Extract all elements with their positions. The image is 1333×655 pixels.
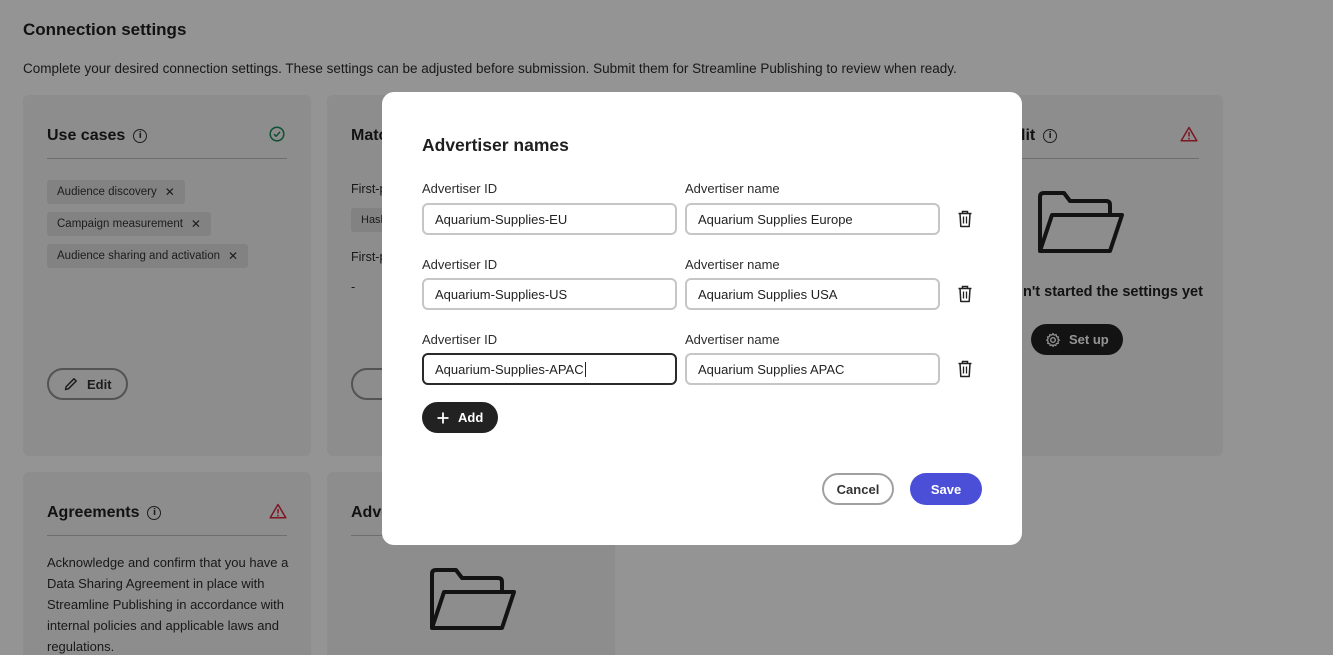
add-button-label: Add bbox=[458, 410, 484, 425]
advertiser-id-input[interactable]: Aquarium-Supplies-EU bbox=[422, 203, 677, 235]
dialog-title: Advertiser names bbox=[422, 135, 569, 155]
advertiser-id-label: Advertiser ID bbox=[422, 332, 498, 347]
trash-icon[interactable] bbox=[957, 360, 973, 378]
trash-icon[interactable] bbox=[957, 285, 973, 303]
advertiser-names-dialog: Advertiser names Advertiser ID Advertise… bbox=[382, 92, 1022, 545]
advertiser-id-value: Aquarium-Supplies-APAC bbox=[435, 361, 584, 377]
plus-icon bbox=[437, 412, 449, 423]
advertiser-name-label: Advertiser name bbox=[685, 332, 780, 347]
save-button[interactable]: Save bbox=[910, 473, 982, 505]
add-button[interactable]: Add bbox=[422, 402, 499, 433]
advertiser-id-label: Advertiser ID bbox=[422, 257, 498, 272]
cancel-button[interactable]: Cancel bbox=[822, 473, 894, 505]
advertiser-name-label: Advertiser name bbox=[685, 257, 780, 272]
advertiser-name-label: Advertiser name bbox=[685, 181, 780, 196]
advertiser-name-input[interactable]: Aquarium Supplies USA bbox=[685, 278, 940, 310]
trash-icon[interactable] bbox=[957, 210, 973, 228]
advertiser-name-input[interactable]: Aquarium Supplies APAC bbox=[685, 353, 940, 385]
advertiser-name-input[interactable]: Aquarium Supplies Europe bbox=[685, 203, 940, 235]
text-caret bbox=[584, 361, 586, 377]
advertiser-id-input[interactable]: Aquarium-Supplies-US bbox=[422, 278, 677, 310]
advertiser-id-input-focused[interactable]: Aquarium-Supplies-APAC bbox=[422, 353, 677, 385]
advertiser-id-label: Advertiser ID bbox=[422, 181, 498, 196]
